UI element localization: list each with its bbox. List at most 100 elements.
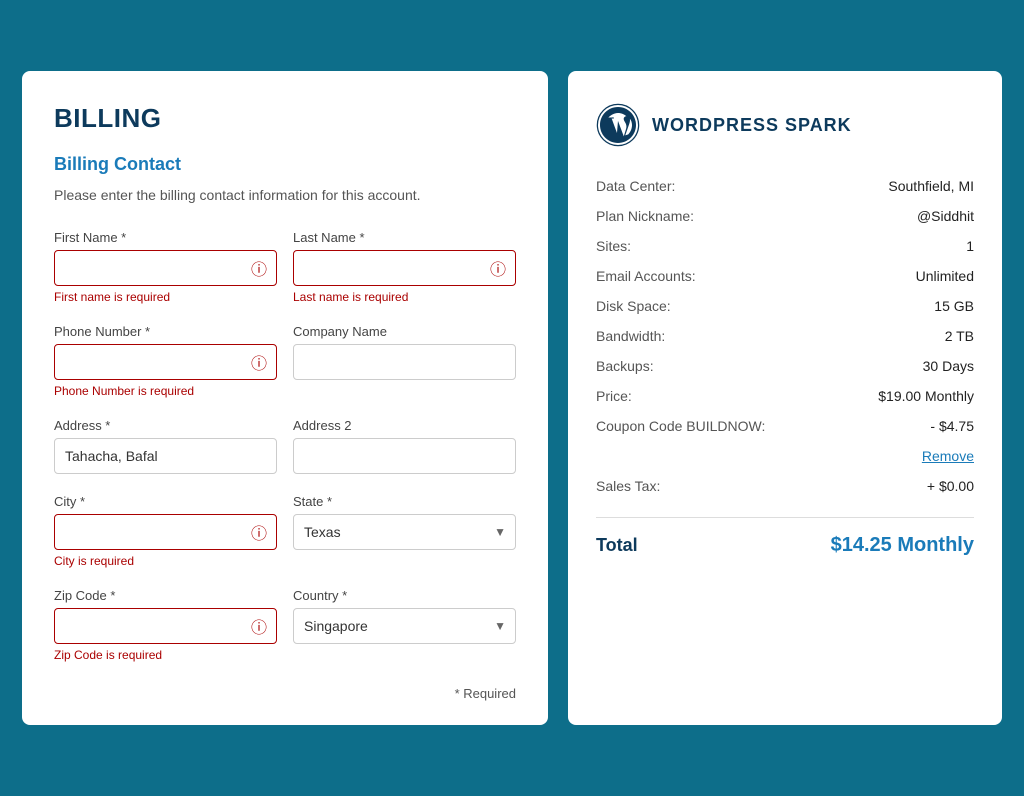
billing-contact-title: Billing Contact: [54, 154, 516, 175]
phone-group: Phone Number * ⓘ Phone Number is require…: [54, 324, 277, 398]
zip-error-icon: ⓘ: [251, 614, 267, 638]
summary-divider: [596, 517, 974, 518]
city-label: City *: [54, 494, 277, 509]
address2-input-wrapper: [293, 438, 516, 474]
country-label: Country *: [293, 588, 516, 603]
address-row: Address * Address 2: [54, 418, 516, 490]
first-name-label: First Name *: [54, 230, 277, 245]
summary-row-label: Coupon Code BUILDNOW:: [596, 411, 845, 441]
summary-row-label: Plan Nickname:: [596, 201, 845, 231]
state-label: State *: [293, 494, 516, 509]
first-name-error-icon: ⓘ: [251, 256, 267, 280]
zip-country-row: Zip Code * ⓘ Zip Code is required Countr…: [54, 588, 516, 678]
city-state-row: City * ⓘ City is required State * Texas …: [54, 494, 516, 584]
billing-title: BILLING: [54, 103, 516, 134]
first-name-input-wrapper: ⓘ: [54, 250, 277, 286]
summary-row-value: Southfield, MI: [845, 171, 974, 201]
summary-row: Disk Space:15 GB: [596, 291, 974, 321]
address-input[interactable]: [54, 438, 277, 474]
billing-desc: Please enter the billing contact informa…: [54, 185, 516, 206]
first-name-error: First name is required: [54, 290, 277, 304]
state-select[interactable]: Texas California New York Florida: [293, 514, 516, 550]
city-input-wrapper: ⓘ: [54, 514, 277, 550]
address-input-wrapper: [54, 438, 277, 474]
summary-row-label: Price:: [596, 381, 845, 411]
state-group: State * Texas California New York Florid…: [293, 494, 516, 568]
wordpress-logo: [596, 103, 640, 147]
summary-row-value: Unlimited: [845, 261, 974, 291]
total-value: $14.25 Monthly: [831, 534, 974, 557]
summary-row: Email Accounts:Unlimited: [596, 261, 974, 291]
phone-error-icon: ⓘ: [251, 350, 267, 374]
country-group: Country * Singapore United States United…: [293, 588, 516, 662]
summary-row-label: Email Accounts:: [596, 261, 845, 291]
city-input[interactable]: [54, 514, 277, 550]
summary-row: Plan Nickname:@Siddhit: [596, 201, 974, 231]
phone-input[interactable]: [54, 344, 277, 380]
zip-group: Zip Code * ⓘ Zip Code is required: [54, 588, 277, 662]
summary-row-label: Sales Tax:: [596, 471, 845, 501]
last-name-input-wrapper: ⓘ: [293, 250, 516, 286]
summary-row-value: $19.00 Monthly: [845, 381, 974, 411]
phone-error: Phone Number is required: [54, 384, 277, 398]
summary-row-value: 15 GB: [845, 291, 974, 321]
city-group: City * ⓘ City is required: [54, 494, 277, 568]
billing-card: BILLING Billing Contact Please enter the…: [22, 71, 548, 725]
summary-row-label: Bandwidth:: [596, 321, 845, 351]
summary-row: Sales Tax:+ $0.00: [596, 471, 974, 501]
company-label: Company Name: [293, 324, 516, 339]
name-row: First Name * ⓘ First name is required La…: [54, 230, 516, 320]
summary-row: Sites:1: [596, 231, 974, 261]
first-name-input[interactable]: [54, 250, 277, 286]
summary-row-label: Disk Space:: [596, 291, 845, 321]
zip-label: Zip Code *: [54, 588, 277, 603]
address2-input[interactable]: [293, 438, 516, 474]
zip-input-wrapper: ⓘ: [54, 608, 277, 644]
address2-group: Address 2: [293, 418, 516, 474]
first-name-group: First Name * ⓘ First name is required: [54, 230, 277, 304]
last-name-label: Last Name *: [293, 230, 516, 245]
summary-row: Price:$19.00 Monthly: [596, 381, 974, 411]
phone-company-row: Phone Number * ⓘ Phone Number is require…: [54, 324, 516, 414]
company-group: Company Name: [293, 324, 516, 398]
address-label: Address *: [54, 418, 277, 433]
summary-row-value: + $0.00: [845, 471, 974, 501]
phone-input-wrapper: ⓘ: [54, 344, 277, 380]
city-error: City is required: [54, 554, 277, 568]
summary-row-label: Sites:: [596, 231, 845, 261]
address2-label: Address 2: [293, 418, 516, 433]
summary-row-value: - $4.75: [845, 411, 974, 441]
total-row: Total $14.25 Monthly: [596, 534, 974, 557]
summary-header: WORDPRESS SPARK: [596, 103, 974, 147]
summary-row: Bandwidth:2 TB: [596, 321, 974, 351]
country-select-wrapper: Singapore United States United Kingdom C…: [293, 608, 516, 644]
company-input-wrapper: [293, 344, 516, 380]
summary-row-value: 30 Days: [845, 351, 974, 381]
summary-card: WORDPRESS SPARK Data Center:Southfield, …: [568, 71, 1002, 725]
zip-input[interactable]: [54, 608, 277, 644]
summary-table: Data Center:Southfield, MIPlan Nickname:…: [596, 171, 974, 501]
country-select[interactable]: Singapore United States United Kingdom C…: [293, 608, 516, 644]
last-name-group: Last Name * ⓘ Last name is required: [293, 230, 516, 304]
company-input[interactable]: [293, 344, 516, 380]
address-group: Address *: [54, 418, 277, 474]
state-select-wrapper: Texas California New York Florida ▼: [293, 514, 516, 550]
summary-row-label: Backups:: [596, 351, 845, 381]
summary-title: WORDPRESS SPARK: [652, 115, 852, 136]
last-name-input[interactable]: [293, 250, 516, 286]
city-error-icon: ⓘ: [251, 520, 267, 544]
last-name-error: Last name is required: [293, 290, 516, 304]
summary-row-value: @Siddhit: [845, 201, 974, 231]
total-label: Total: [596, 535, 638, 556]
zip-error: Zip Code is required: [54, 648, 277, 662]
page-wrapper: BILLING Billing Contact Please enter the…: [22, 71, 1002, 725]
summary-row-label: Data Center:: [596, 171, 845, 201]
remove-coupon-link[interactable]: Remove: [922, 448, 974, 464]
remove-row: Remove: [596, 441, 974, 471]
summary-row: Data Center:Southfield, MI: [596, 171, 974, 201]
phone-label: Phone Number *: [54, 324, 277, 339]
last-name-error-icon: ⓘ: [490, 256, 506, 280]
summary-row-value: 1: [845, 231, 974, 261]
summary-row: Coupon Code BUILDNOW:- $4.75: [596, 411, 974, 441]
summary-row-value: 2 TB: [845, 321, 974, 351]
